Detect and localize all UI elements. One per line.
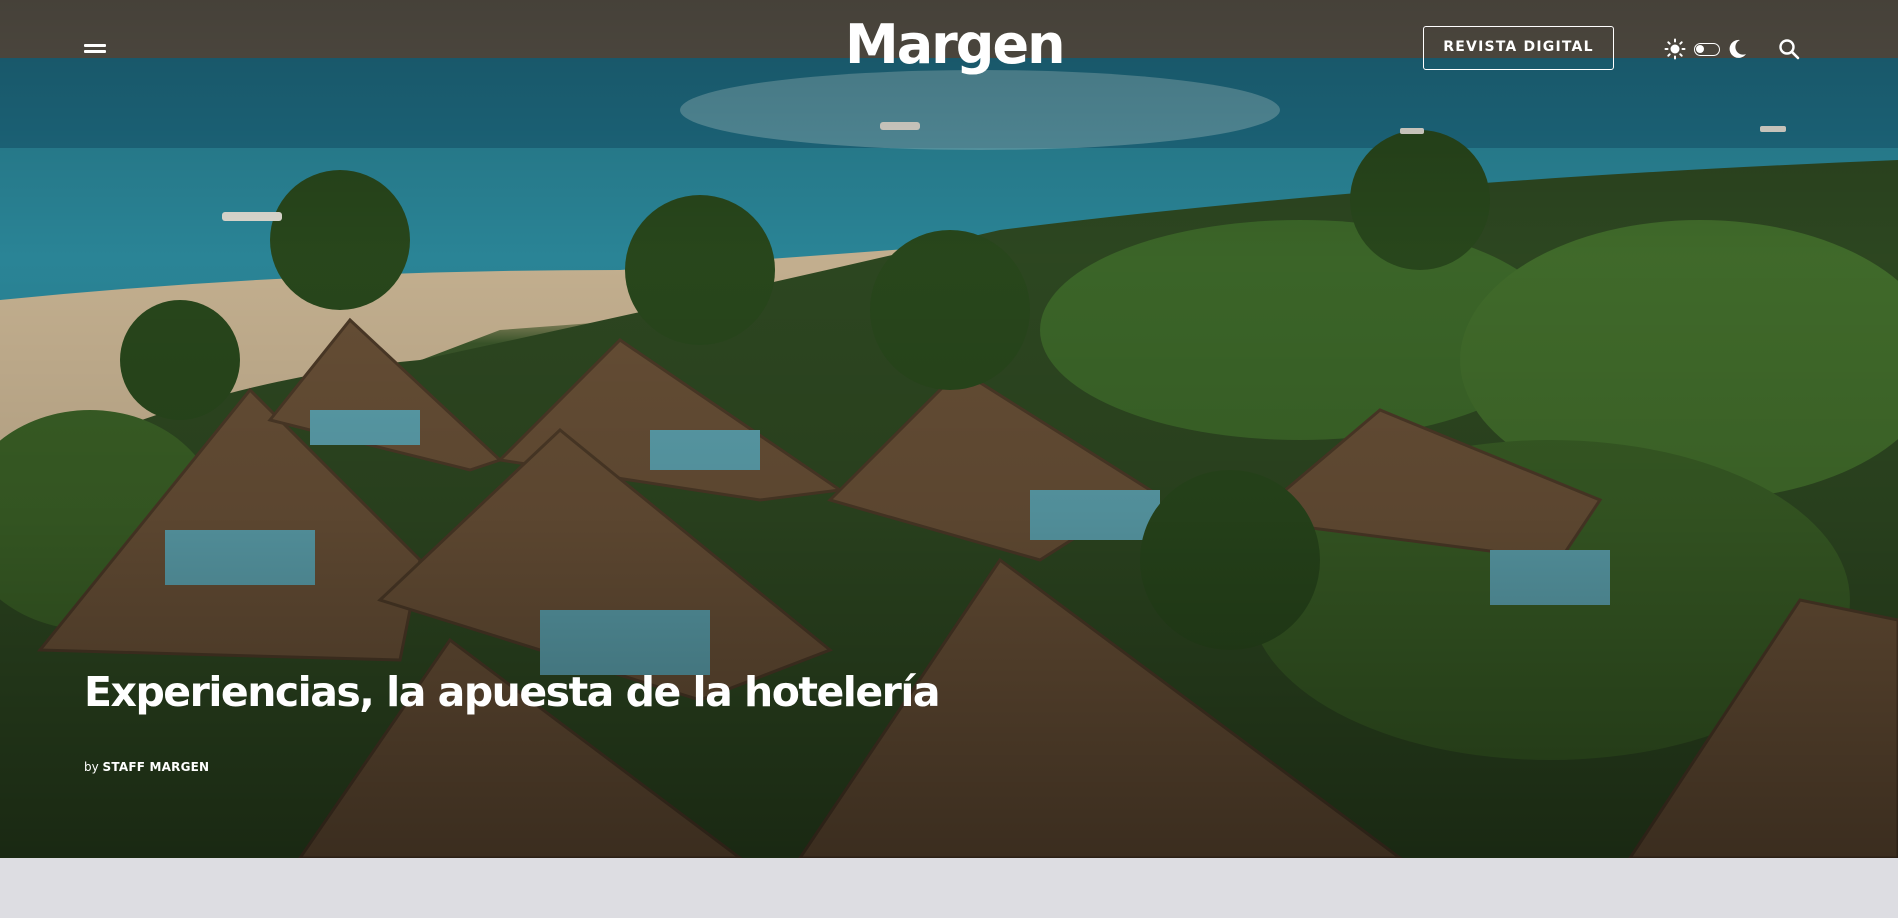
hero-overlay <box>0 0 1898 858</box>
hamburger-menu-icon[interactable] <box>84 44 106 56</box>
theme-toggle[interactable] <box>1664 38 1748 60</box>
site-logo[interactable]: Margen <box>845 10 1066 80</box>
author-link[interactable]: STAFF MARGEN <box>103 760 210 774</box>
theme-switch[interactable] <box>1694 43 1720 56</box>
revista-digital-button[interactable]: REVISTA DIGITAL <box>1423 26 1614 70</box>
byline-prefix: by <box>84 760 99 774</box>
sun-icon <box>1664 38 1686 60</box>
switch-knob <box>1696 45 1704 53</box>
site-header: Margen REVISTA DIGITAL <box>0 0 1898 100</box>
search-icon[interactable] <box>1778 38 1800 60</box>
article-byline: by STAFF MARGEN <box>84 758 209 776</box>
moon-icon <box>1729 39 1746 58</box>
article-title[interactable]: Experiencias, la apuesta de la hotelería <box>84 664 941 720</box>
hero-banner[interactable]: Margen REVISTA DIGITAL Experiencias, la … <box>0 0 1898 858</box>
